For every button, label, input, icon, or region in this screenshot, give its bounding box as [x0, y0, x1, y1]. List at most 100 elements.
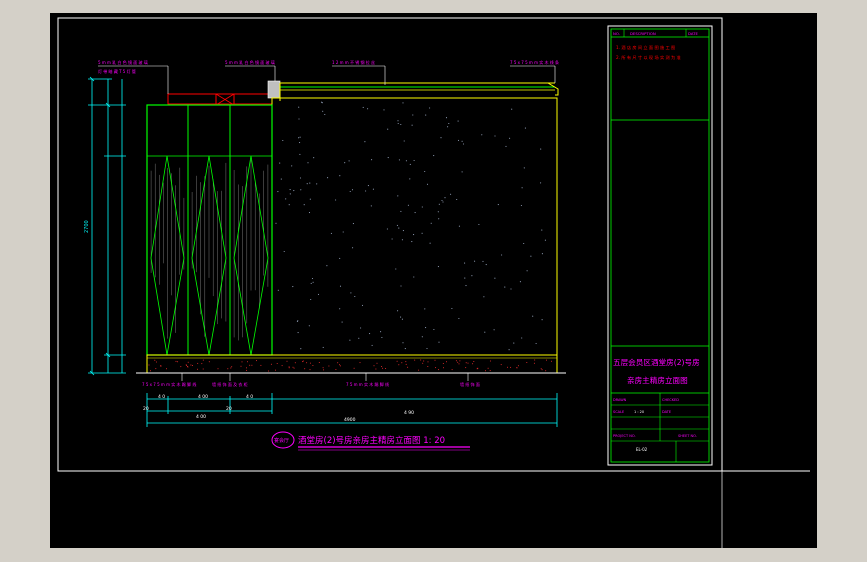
texture-dot: [450, 193, 452, 195]
texture-dot: [313, 157, 315, 159]
annotation-top-1: 5 m m 乳 白 色 镜 面 玻 璃: [98, 59, 148, 65]
texture-dot: [462, 143, 465, 145]
drawing-title-block: 宴会厅 酒堂房(2)号房亲房主精房立面图 1: 20: [271, 431, 470, 451]
texture-dot: [396, 224, 398, 226]
annotation-top-5: 7 5 x 7 5 m m 实 木 线 条: [510, 59, 559, 65]
texture-dot: [369, 333, 371, 335]
vertical-dimension-text: 2700: [84, 220, 90, 233]
texture-dot: [511, 108, 513, 110]
floor-hatch-dot: [292, 366, 294, 368]
floor-hatch-dot: [407, 366, 409, 368]
texture-dot: [303, 204, 305, 206]
texture-dot: [339, 285, 342, 287]
texture-dot: [285, 198, 287, 200]
floor-hatch-dot: [148, 364, 150, 366]
cad-drawing-viewport[interactable]: 2700 20 4 00 20 4 90 4 0 4 00 4 0 4900 5…: [50, 13, 817, 548]
floor-hatch-dot: [443, 367, 444, 369]
floor-hatch-dot: [197, 362, 199, 364]
texture-dot: [335, 199, 337, 201]
texture-dot: [397, 195, 399, 197]
texture-dot: [544, 239, 546, 241]
texture-dot: [411, 124, 413, 126]
dimension-segment-1: 20: [143, 406, 149, 412]
floor-hatch-dot: [323, 369, 325, 371]
texture-dot: [510, 288, 512, 290]
texture-dot: [421, 206, 423, 208]
floor-hatch-dot: [507, 366, 508, 368]
floor-hatch-dot: [434, 359, 436, 361]
floor-hatch-dot: [197, 368, 198, 370]
texture-dot: [288, 204, 290, 206]
texture-dot: [535, 342, 537, 345]
texture-dot: [289, 193, 291, 195]
floor-hatch-dot: [318, 362, 320, 363]
texture-dot: [471, 275, 473, 277]
texture-dot: [413, 159, 415, 162]
texture-dot: [413, 234, 415, 236]
skirting-base: [136, 354, 566, 374]
texture-dot: [381, 336, 383, 339]
texture-dot: [309, 182, 311, 184]
floor-hatch: [148, 359, 552, 372]
floor-hatch-dot: [339, 365, 341, 367]
field-label-drawn: DRAWN: [613, 398, 627, 402]
floor-hatch-dot: [476, 368, 478, 370]
texture-dot: [311, 277, 314, 280]
texture-dot: [352, 223, 354, 225]
texture-dot: [483, 296, 485, 298]
floor-hatch-dot: [376, 362, 378, 364]
texture-dot: [316, 183, 318, 185]
floor-hatch-dot: [230, 367, 232, 369]
texture-dot: [530, 255, 532, 257]
texture-dot: [464, 262, 466, 264]
floor-hatch-dot: [150, 370, 151, 372]
texture-dot: [448, 122, 450, 125]
floor-hatch-dot: [322, 367, 324, 369]
texture-dot: [421, 232, 423, 234]
floor-hatch-dot: [458, 363, 460, 365]
floor-hatch-dot: [487, 367, 489, 369]
texture-dot: [430, 222, 432, 224]
texture-dot: [371, 344, 373, 346]
texture-dot: [526, 270, 528, 272]
field-label-scale: SCALE: [613, 410, 624, 414]
texture-dot: [327, 177, 329, 179]
texture-dot: [299, 177, 302, 179]
texture-dot: [296, 320, 298, 322]
texture-dot: [299, 136, 301, 138]
texture-dot: [424, 308, 426, 310]
floor-hatch-dot: [288, 367, 290, 369]
floor-hatch-dot: [396, 360, 398, 362]
floor-hatch-dot: [293, 367, 295, 369]
texture-dot: [297, 332, 299, 334]
texture-dot: [411, 241, 413, 243]
floor-hatch-dot: [516, 367, 518, 369]
floor-hatch-dot: [420, 359, 422, 361]
texture-dot: [372, 188, 374, 190]
floor-hatch-dot: [382, 367, 384, 369]
texture-dot: [322, 346, 324, 348]
texture-dot: [400, 123, 402, 126]
dimension-total: 4900: [344, 417, 356, 423]
texture-dot: [339, 257, 341, 259]
floor-hatch-dot: [446, 361, 447, 363]
floor-hatch-dot: [201, 363, 203, 365]
texture-dot: [402, 102, 404, 104]
texture-dot: [438, 341, 440, 343]
floor-hatch-dot: [309, 362, 311, 364]
annotation-bottom-1: 7 5 x 7 5 m m 实 木 踢 脚 线: [142, 381, 196, 387]
texture-dot: [521, 187, 523, 189]
texture-dot: [342, 231, 344, 233]
texture-dot: [474, 260, 476, 262]
floor-hatch-dot: [489, 370, 491, 371]
floor-hatch-dot: [247, 361, 248, 363]
field-label-date: DATE: [662, 410, 671, 414]
floor-hatch-dot: [359, 362, 361, 364]
floor-hatch-dot: [294, 362, 296, 364]
floor-hatch-dot: [177, 361, 179, 363]
texture-dot: [532, 315, 534, 317]
texture-dot: [540, 148, 542, 150]
floor-hatch-dot: [442, 363, 444, 364]
floor-hatch-dot: [339, 364, 340, 366]
texture-dot: [504, 286, 506, 288]
